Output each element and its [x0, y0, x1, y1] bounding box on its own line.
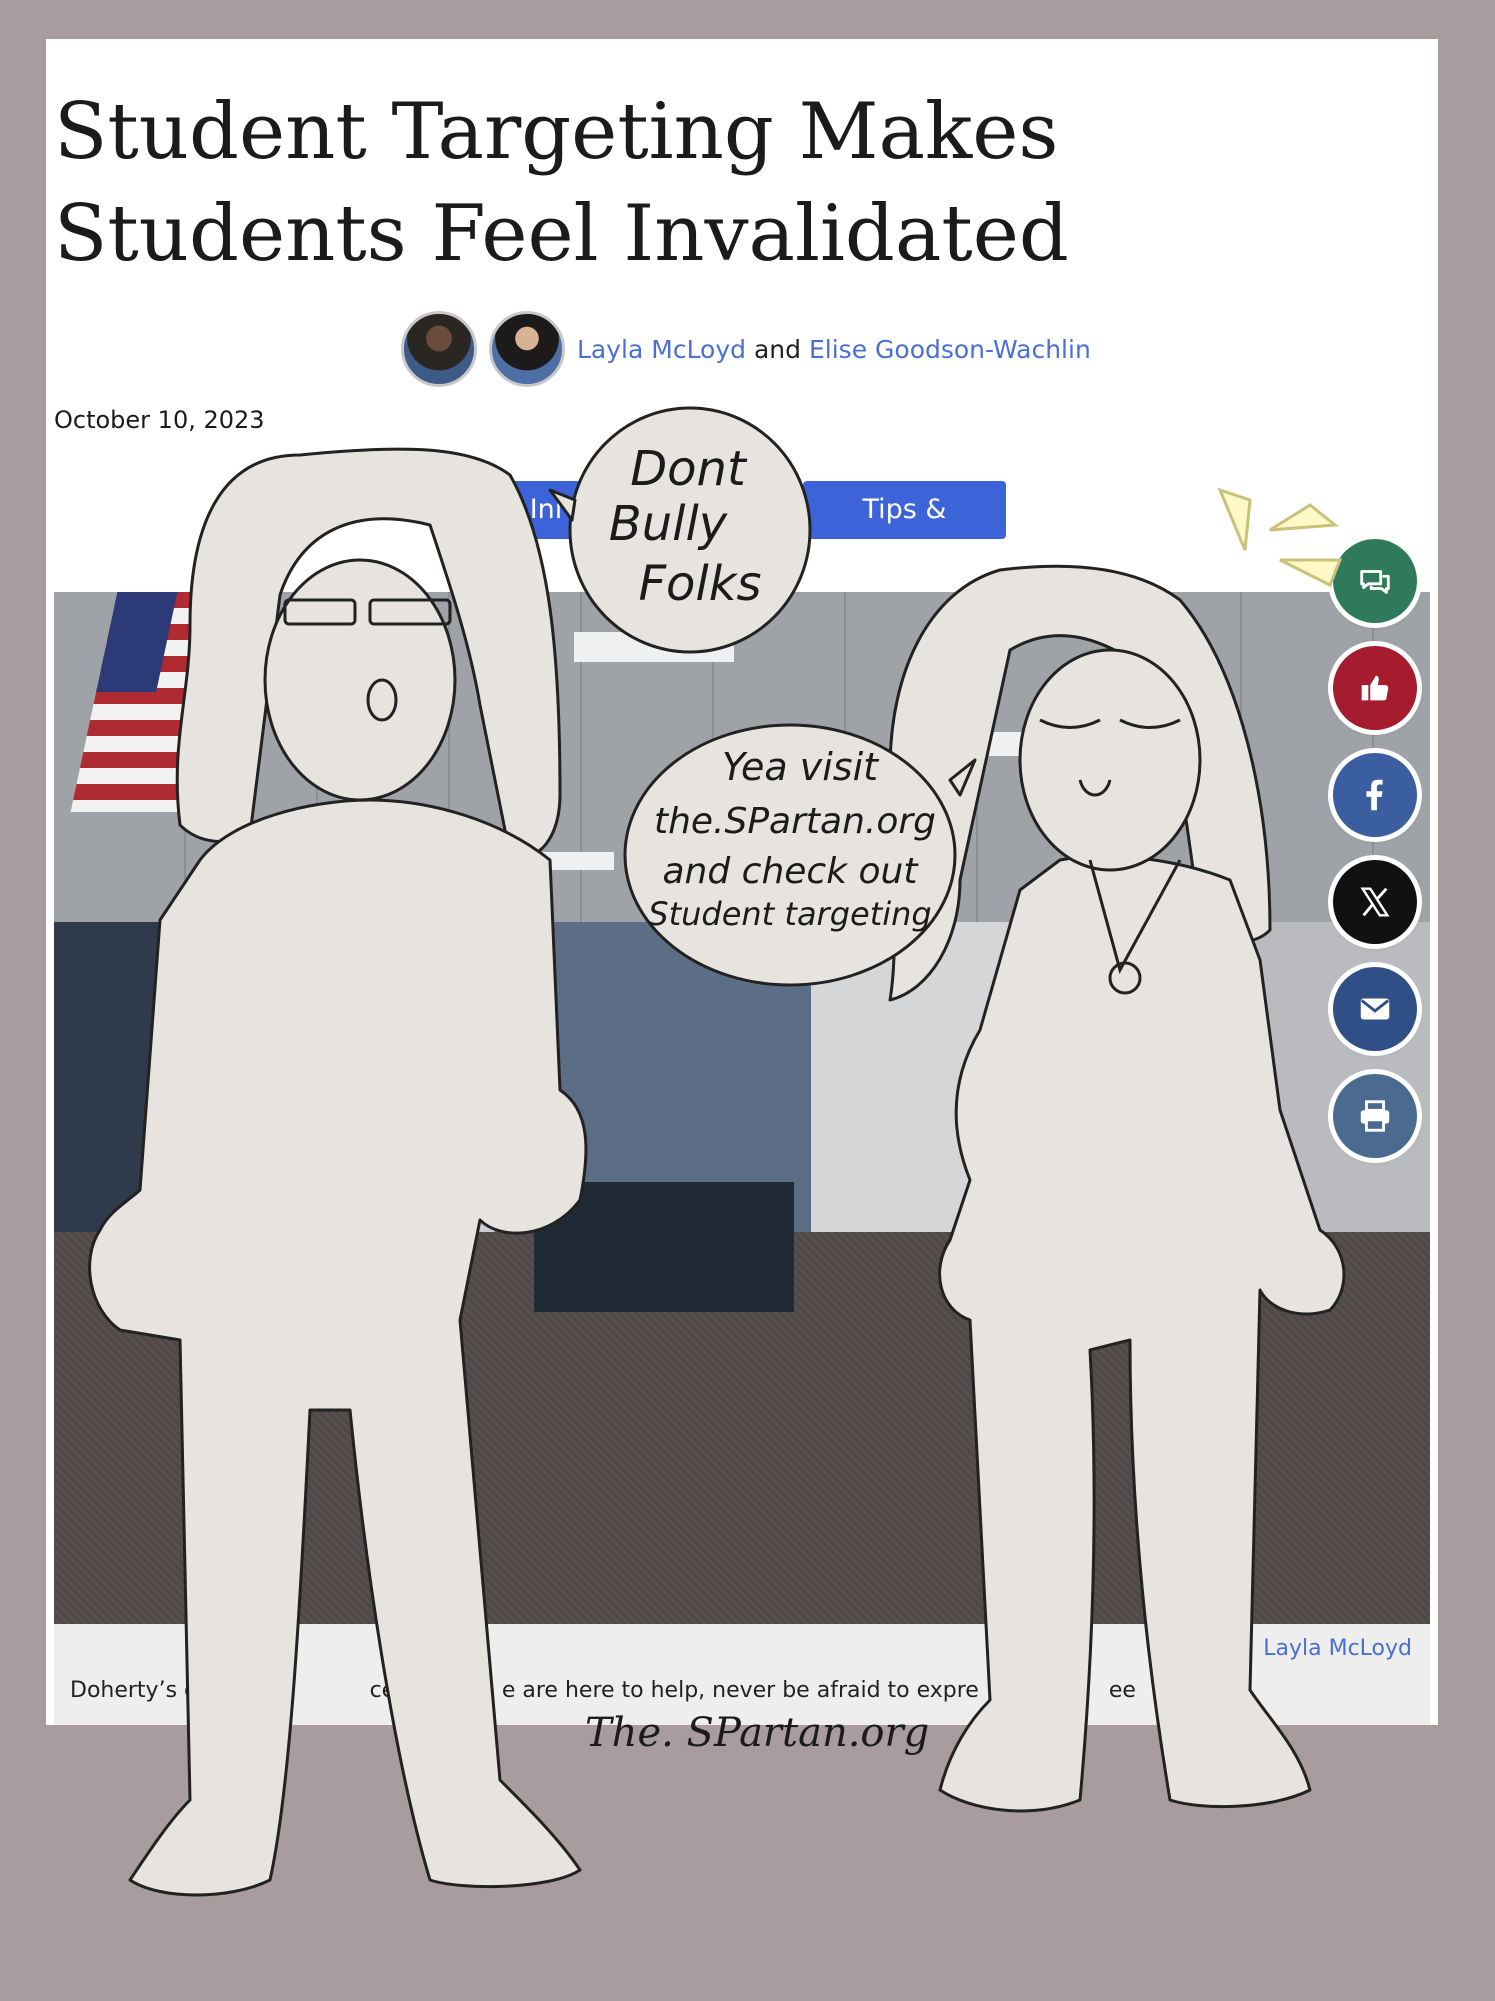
email-icon	[1360, 998, 1390, 1020]
print-icon	[1360, 1100, 1390, 1132]
author-link-2[interactable]: Elise Goodson-Wachlin	[809, 335, 1091, 364]
share-email-button[interactable]	[1333, 967, 1417, 1051]
author-avatar-2[interactable]	[489, 311, 565, 387]
share-like-button[interactable]	[1333, 646, 1417, 730]
publish-date: October 10, 2023	[54, 406, 265, 434]
photo-ceiling-light	[574, 632, 734, 662]
share-comment-button[interactable]	[1333, 539, 1417, 623]
drawing-signature: The. SPartan.org	[585, 1710, 930, 1756]
author-link-1[interactable]: Layla McLoyd	[577, 335, 746, 364]
photo-credit-link[interactable]: Layla McLoyd	[1263, 1636, 1412, 1661]
photo-desk	[534, 1182, 794, 1312]
share-print-button[interactable]	[1333, 1074, 1417, 1158]
byline-joiner: and	[753, 334, 802, 364]
thumbs-up-icon	[1361, 675, 1389, 701]
photo-caption: Doherty’s co ce. F e are here to help, nev…	[70, 1678, 1136, 1703]
photo-ceiling-light	[934, 732, 1044, 756]
author-avatar-1[interactable]	[401, 311, 477, 387]
x-icon	[1360, 887, 1390, 917]
caption-fragment: e are here to help, never be afraid to e…	[501, 1678, 979, 1703]
featured-photo	[54, 592, 1430, 1624]
caption-fragment: Doherty’s co	[70, 1678, 210, 1703]
category-button-tips-advice[interactable]: Tips & Advice	[803, 481, 1006, 583]
photo-ceiling	[54, 592, 1430, 932]
caption-fragment: ce. F	[369, 1678, 422, 1703]
share-x-button[interactable]	[1333, 860, 1417, 944]
share-facebook-button[interactable]	[1333, 753, 1417, 837]
photo-ceiling-light	[534, 852, 614, 870]
comments-icon	[1360, 570, 1390, 594]
category-button-1[interactable]: Ini	[486, 481, 606, 539]
caption-fragment: ee	[1108, 1678, 1136, 1703]
article-page: Student Targeting Makes Students Feel In…	[46, 39, 1438, 1725]
byline: Layla McLoyd and Elise Goodson-Wachlin	[401, 309, 1091, 389]
article-title: Student Targeting Makes Students Feel In…	[54, 87, 1069, 279]
facebook-icon	[1366, 779, 1383, 811]
